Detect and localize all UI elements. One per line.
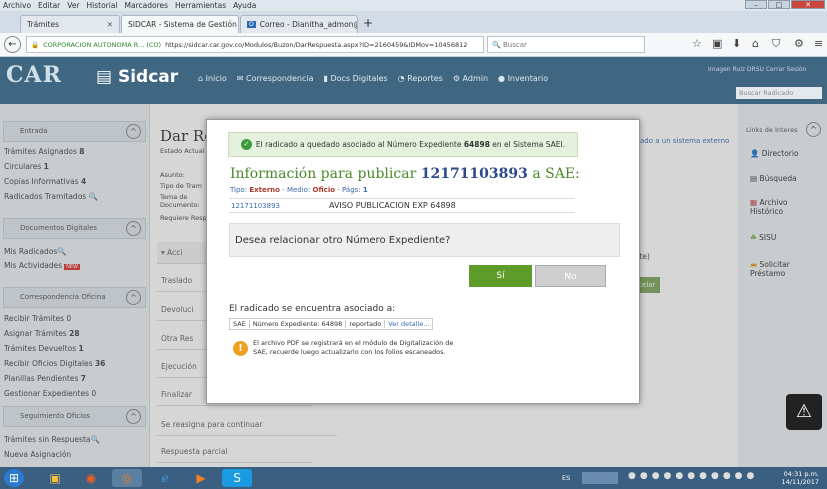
shield-icon[interactable]: ⛉ (772, 37, 780, 51)
tab-correo[interactable]: O Correo - Dianitha_admon@✕ (240, 15, 358, 33)
keyboard-icon[interactable] (582, 472, 618, 484)
reported-tag: reportado (346, 320, 386, 328)
lock-icon: 🔒 (31, 40, 40, 49)
check-icon: ✓ (240, 139, 252, 150)
tab-sidcar[interactable]: SIDCAR - Sistema de Gestión Doc✕ (121, 15, 239, 33)
expediente-tag: Número Expediente: 64898 (250, 320, 347, 328)
clipboard-icon[interactable]: ▣ (712, 37, 722, 50)
info-subtitle: Tipo: Externo - Medio: Oficio - Págs: 1 (230, 186, 368, 194)
firefox-icon[interactable]: ◎ (112, 469, 142, 487)
top-nav: ⌂ Inicio ✉ Correspondencia ▮ Docs Digita… (198, 74, 548, 83)
view-detail-link[interactable]: Ver detalle... (385, 320, 432, 328)
nav-label: Inicio (205, 74, 227, 83)
buscar-radicado-input[interactable]: Buscar Radicado (736, 87, 822, 99)
window-controls: – □ ✕ (745, 0, 825, 9)
no-button[interactable]: No (535, 265, 606, 287)
tab-bar: Trámites ✕ SIDCAR - Sistema de Gestión Do… (0, 11, 827, 33)
menu-historial[interactable]: Historial (87, 1, 118, 10)
nav-inventario[interactable]: ● Inventario (498, 74, 548, 83)
note-text: El archivo PDF se registrará en el módul… (253, 339, 454, 356)
menu-ayuda[interactable]: Ayuda (233, 1, 256, 10)
menu-ver[interactable]: Ver (67, 1, 79, 10)
radicado-id[interactable]: 12171103893 (229, 202, 329, 210)
home-icon[interactable]: ⌂ (752, 37, 759, 50)
pdf-note: ! El archivo PDF se registrará en el mód… (233, 339, 463, 357)
sae-tag: SAE (230, 320, 250, 328)
explorer-icon[interactable]: ▣ (40, 469, 70, 487)
minimize-button[interactable]: – (745, 0, 767, 9)
menu-archivo[interactable]: Archivo (3, 1, 31, 10)
accessibility-icon[interactable]: ⚠ (786, 394, 822, 430)
search-icon: 🔍 (492, 40, 503, 49)
car-logo: CAR (6, 62, 62, 88)
star-icon[interactable]: ☆ (692, 37, 702, 50)
powerpoint-icon[interactable]: ▶ (186, 469, 216, 487)
clock[interactable]: 04:31 p.m. 14/11/2017 (782, 470, 819, 486)
search-placeholder: Buscar (502, 40, 527, 49)
menu-marcadores[interactable]: Marcadores (125, 1, 169, 10)
saei-modal: ✓ El radicado a quedado asociado al Núme… (206, 119, 640, 404)
tab-tramites[interactable]: Trámites ✕ (20, 15, 120, 33)
url-text: https://sidcar.car.gov.co/Modulos/Buzon/… (165, 40, 468, 49)
info-title: Información para publicar 12171103893 a … (230, 166, 580, 182)
success-text: El radicado a quedado asociado al Número… (255, 140, 566, 149)
success-message: ✓ El radicado a quedado asociado al Núme… (228, 132, 578, 157)
close-window-button[interactable]: ✕ (791, 0, 825, 9)
sidcar-logo: ▤ Sidcar (96, 67, 179, 87)
menu-icon[interactable]: ≡ (814, 37, 823, 50)
puzzle-icon[interactable]: ⚙ (794, 37, 804, 50)
mail-icon: O (247, 21, 256, 28)
radicado-row: 12171103893 AVISO PUBLICACION EXP 64898 (229, 198, 575, 213)
language-indicator[interactable]: ES (562, 474, 570, 482)
nav-label: Inventario (507, 74, 549, 83)
media-icon[interactable]: ◉ (76, 469, 106, 487)
nav-correspondencia[interactable]: ✉ Correspondencia (237, 74, 314, 83)
back-button[interactable]: ← (4, 36, 21, 53)
association-tags: SAE Número Expediente: 64898 reportado V… (229, 318, 434, 330)
radicado-description: AVISO PUBLICACION EXP 64898 (329, 201, 456, 210)
associated-label: El radicado se encuentra asociado a: (229, 304, 396, 314)
maximize-button[interactable]: □ (768, 0, 790, 9)
new-tab-button[interactable]: + (363, 16, 373, 30)
nav-admin[interactable]: ⚙ Admin (453, 74, 488, 83)
warning-icon: ! (233, 341, 248, 356)
address-bar[interactable]: 🔒 CORPORACION AUTONOMA R... (CO) https:/… (26, 36, 484, 53)
clock-date: 14/11/2017 (781, 478, 819, 486)
nav-bar: ← 🔒 CORPORACION AUTONOMA R... (CO) https… (0, 33, 827, 57)
user-info[interactable]: Imagen Ruiz DRSU Cerrar Sesión (708, 66, 806, 73)
close-tab-icon[interactable]: ✕ (107, 20, 113, 29)
nav-label: Docs Digitales (330, 74, 388, 83)
menu-herramientas[interactable]: Herramientas (175, 1, 226, 10)
yes-button[interactable]: Sí (469, 265, 532, 287)
clock-time: 04:31 p.m. (783, 470, 819, 478)
app-name: Sidcar (117, 67, 179, 87)
tab-label: SIDCAR - Sistema de Gestión Doc (128, 20, 238, 29)
tab-label: Trámites (27, 20, 60, 29)
tray-icons[interactable]: ●●●●●●●●●●● (628, 471, 758, 481)
site-identity: CORPORACION AUTONOMA R... (CO) (43, 40, 162, 49)
nav-label: Admin (462, 74, 489, 83)
nav-label: Correspondencia (246, 74, 314, 83)
browser-search-input[interactable]: 🔍 Buscar (487, 36, 645, 53)
tab-label: Correo - Dianitha_admon@ (259, 20, 358, 29)
ie-icon[interactable]: ℯ (150, 469, 180, 487)
menu-bar: Archivo Editar Ver Historial Marcadores … (0, 0, 827, 11)
nav-label: Reportes (407, 74, 443, 83)
nav-reportes[interactable]: ◔ Reportes (398, 74, 443, 83)
nav-inicio[interactable]: ⌂ Inicio (198, 74, 227, 83)
skype-icon[interactable]: S (222, 469, 252, 487)
start-button[interactable]: ⊞ (4, 469, 24, 487)
menu-editar[interactable]: Editar (38, 1, 60, 10)
relate-question: Desea relacionar otro Número Expediente? (229, 223, 620, 257)
nav-docs-digitales[interactable]: ▮ Docs Digitales (324, 74, 388, 83)
download-icon[interactable]: ⬇ (732, 37, 741, 50)
